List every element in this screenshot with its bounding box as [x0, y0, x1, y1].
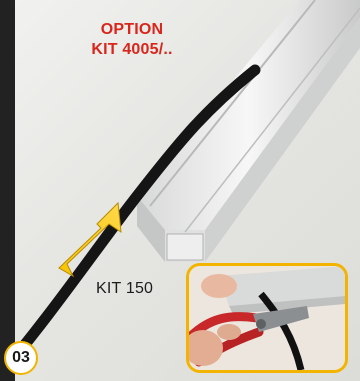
cable-cutter-pliers	[189, 266, 345, 370]
step-number-badge: 03	[4, 341, 38, 375]
option-label-line2: KIT 4005/..	[91, 41, 173, 58]
option-label-line1: OPTION	[100, 21, 164, 38]
cutting-detail-inset	[186, 263, 348, 373]
kit-150-label: KIT 150	[96, 280, 154, 297]
left-frame-bar	[0, 0, 15, 381]
instruction-step-image: OPTION KIT 4005/.. KIT 150 03	[0, 0, 360, 381]
option-kit-label: OPTION KIT 4005/..	[62, 20, 202, 60]
